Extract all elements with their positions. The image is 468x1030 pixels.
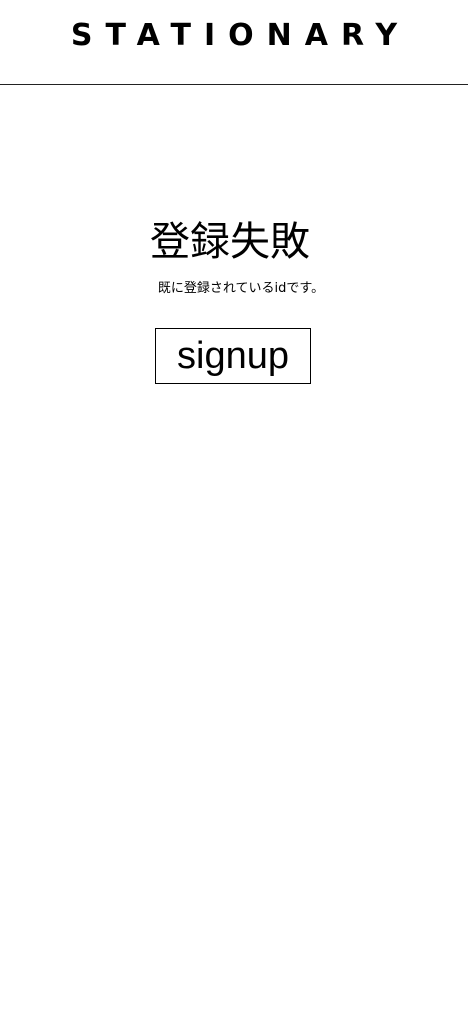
site-header: STATIONARY (0, 0, 468, 85)
site-logo[interactable]: STATIONARY (0, 16, 468, 56)
page: STATIONARY 登録失敗 既に登録されているidです。 signup (0, 0, 468, 1030)
signup-button[interactable]: signup (155, 328, 311, 384)
page-title: 登録失敗 (150, 219, 310, 265)
error-message: 既に登録されているidです。 (157, 281, 325, 296)
